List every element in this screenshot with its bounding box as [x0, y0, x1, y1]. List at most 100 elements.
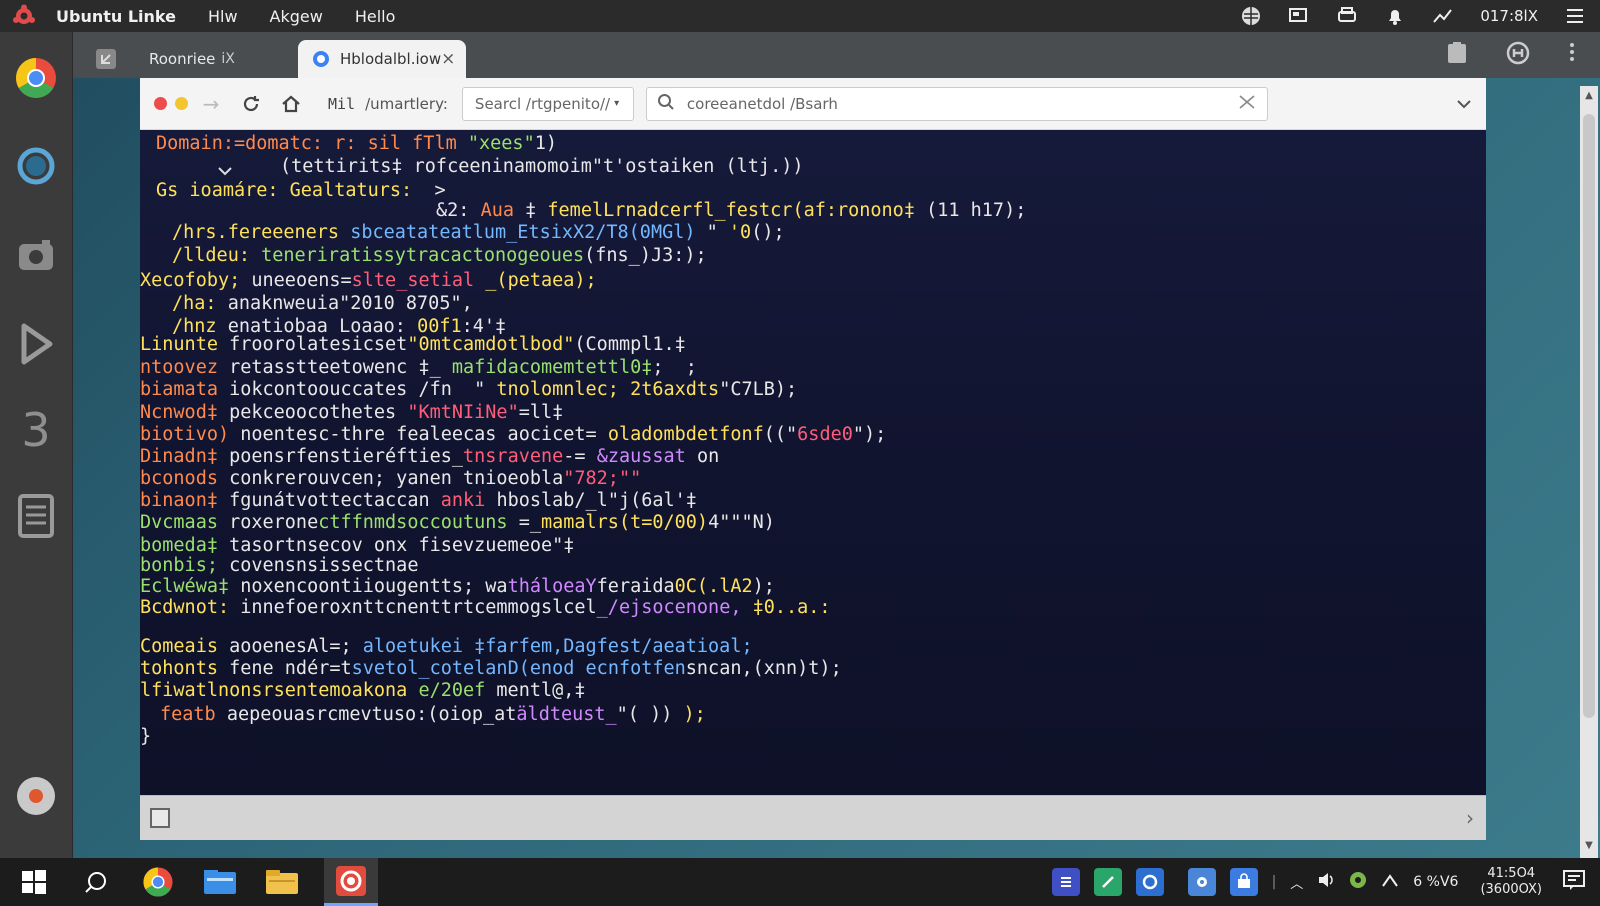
top-bar: Ubuntu Linke Hlw Akgew Hello 017:8lX: [0, 0, 1600, 32]
menu-item-2[interactable]: Akgew: [270, 7, 323, 26]
top-clock[interactable]: 017:8lX: [1480, 7, 1538, 25]
chevron-right-icon[interactable]: ›: [1466, 806, 1474, 830]
menu-item-3[interactable]: Hello: [355, 7, 396, 26]
close-window-button[interactable]: [154, 97, 167, 110]
dock-document-icon[interactable]: [10, 490, 62, 542]
code-editor[interactable]: Domain:=domatc: r: sil fTlm "xees"1) (tet…: [140, 130, 1486, 795]
code-token: }: [140, 726, 152, 747]
code-token: /lldeu:: [172, 245, 262, 266]
code-token: Dvcmaas: [140, 512, 230, 533]
ubuntu-logo-icon[interactable]: [12, 4, 36, 28]
code-line: /ha: anaknweuia"2010 8705",: [172, 293, 473, 315]
tray-app-edge-icon[interactable]: [1135, 868, 1164, 896]
display-icon[interactable]: [1288, 6, 1310, 26]
dock-number-three-icon[interactable]: 3: [10, 403, 62, 457]
minimize-window-button[interactable]: [175, 97, 188, 110]
code-token: ();: [751, 222, 785, 243]
close-icon[interactable]: iX: [221, 51, 234, 67]
status-checkbox[interactable]: [150, 808, 170, 828]
taskbar-chrome-icon[interactable]: [138, 862, 178, 902]
scroll-down-icon[interactable]: ▼: [1583, 840, 1595, 854]
taskbar-active-app-icon[interactable]: [324, 858, 378, 906]
code-token: 6sde0: [797, 424, 853, 445]
code-token: hboslab/_l"j(6al'‡: [496, 490, 697, 511]
code-token: tohonts: [140, 658, 230, 679]
search-ring-icon[interactable]: [76, 862, 116, 902]
code-line: lfiwatlnonsrsentemoakona e/20ef mentl@,‡: [140, 680, 586, 702]
code-token: =_: [518, 512, 541, 533]
code-token: ; ;: [652, 357, 697, 378]
tray-app-green-icon[interactable]: [1093, 868, 1122, 896]
breadcrumb-root[interactable]: Mil: [328, 95, 355, 113]
code-line: Linunte froorolatesicset"0mtcamdotlbod"(…: [140, 334, 686, 356]
code-line: Comeais aooenesAl=; aloetukei ‡farfem,Da…: [140, 636, 753, 658]
tab-inactive[interactable]: Roonriee iX: [135, 40, 282, 78]
code-token: Ncnwod‡: [140, 402, 230, 423]
windows-start-icon[interactable]: [14, 862, 54, 902]
tray-app-settings-icon[interactable]: [1187, 868, 1216, 896]
globe-icon[interactable]: [1240, 6, 1262, 26]
tray-network-icon[interactable]: [1381, 872, 1399, 892]
taskbar-clock[interactable]: 41:5O4 (3600OX): [1480, 866, 1542, 898]
tray-app-store-icon[interactable]: [1229, 868, 1258, 896]
code-token: retasstteetowenc ‡_: [229, 357, 452, 378]
tray-shield-icon[interactable]: [1349, 871, 1367, 893]
code-token: tháloeaY: [507, 576, 597, 597]
code-token: on: [696, 446, 720, 467]
tray-text[interactable]: 6 %V6: [1413, 874, 1458, 890]
notification-center-icon[interactable]: [1562, 869, 1586, 895]
tab-active[interactable]: Hblodalbl.iow ×: [298, 40, 466, 78]
vertical-scrollbar[interactable]: ▲ ▼: [1580, 86, 1598, 858]
code-token: roxerone: [229, 512, 319, 533]
search-field[interactable]: [645, 86, 1268, 121]
close-icon[interactable]: ×: [441, 49, 455, 69]
home-icon[interactable]: [278, 91, 304, 117]
code-token: svetol_cotelanD(enod ecnfotfen: [351, 658, 686, 679]
volume-icon[interactable]: [1317, 872, 1335, 892]
tray-app-blue-icon[interactable]: [1051, 868, 1080, 896]
code-token: e/20ef: [418, 680, 497, 701]
bookmark-icon[interactable]: [1446, 41, 1468, 69]
scroll-thumb[interactable]: [1583, 114, 1595, 718]
hamburger-menu-icon[interactable]: [1564, 6, 1586, 26]
menu-item-1[interactable]: Hlw: [208, 7, 238, 26]
clear-search-icon[interactable]: [1237, 93, 1257, 115]
reload-icon[interactable]: [238, 91, 264, 117]
search-icon: [657, 93, 675, 115]
search-scope-label: Searcl /rtgpenito//: [474, 94, 611, 113]
taskbar-folder-icon[interactable]: [262, 862, 302, 902]
notification-bell-icon[interactable]: [1384, 6, 1406, 26]
code-token: bconods: [140, 468, 230, 489]
code-token: Linunte: [140, 334, 230, 355]
extension-icon[interactable]: [1506, 41, 1530, 69]
status-bar: ›: [140, 795, 1486, 840]
code-token: &zaussat: [596, 446, 697, 467]
dock-camera-icon[interactable]: [10, 230, 62, 282]
code-token: -=: [563, 446, 597, 467]
dock-record-icon[interactable]: [10, 770, 62, 822]
dock-chrome-icon[interactable]: [10, 52, 62, 104]
dock-circle-app-icon[interactable]: [10, 140, 62, 192]
dock: 3: [0, 32, 73, 858]
forward-arrow-icon[interactable]: →: [198, 91, 224, 117]
chevron-up-icon[interactable]: ︿: [1290, 873, 1303, 892]
code-line: tohonts fene ndér=tsvetol_cotelanD(enod …: [140, 658, 842, 680]
taskbar-explorer-icon[interactable]: [200, 862, 240, 902]
code-token: ((": [763, 424, 798, 445]
search-scope-select[interactable]: Searcl /rtgpenito// ▾: [461, 86, 634, 121]
code-token: tasortnsecov onx fisevzuemeoe"‡: [229, 535, 575, 556]
tab-overview-icon[interactable]: [96, 49, 116, 69]
scroll-up-icon[interactable]: ▲: [1583, 90, 1595, 104]
printer-icon[interactable]: [1336, 6, 1358, 26]
app-name[interactable]: Ubuntu Linke: [56, 7, 176, 26]
browser-favicon-icon: [312, 50, 330, 68]
search-input[interactable]: [686, 94, 1237, 113]
tab-label: Hblodalbl.iow: [340, 50, 442, 68]
network-icon[interactable]: [1432, 6, 1454, 26]
more-options-icon[interactable]: [1568, 41, 1576, 69]
code-token: lfiwatlnonsrsentemoakona: [140, 680, 419, 701]
breadcrumb-path[interactable]: /umartlery:: [365, 95, 448, 113]
chevron-down-icon[interactable]: [1456, 94, 1472, 113]
dock-play-icon[interactable]: [10, 318, 62, 370]
code-line: Gs ioamáre: Gealtaturs: >: [156, 180, 446, 202]
